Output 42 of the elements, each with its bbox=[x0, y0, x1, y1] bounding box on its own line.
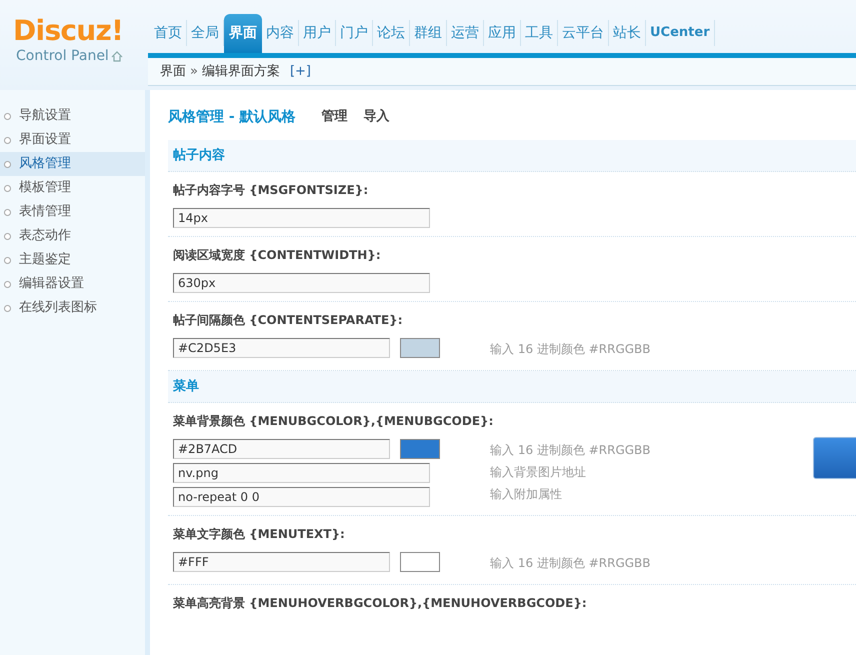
color-swatch[interactable] bbox=[400, 552, 440, 572]
logo-wordmark: Discuz! bbox=[13, 16, 124, 46]
sidebar-item[interactable]: 导航设置 bbox=[0, 104, 145, 128]
input-field[interactable]: nv.png bbox=[173, 463, 430, 483]
input-field[interactable]: #FFF bbox=[173, 552, 390, 572]
setting-label: 帖子内容字号 {MSGFONTSIZE}: bbox=[173, 182, 368, 199]
color-swatch[interactable] bbox=[400, 439, 440, 459]
page-title: 风格管理 - 默认风格 bbox=[168, 108, 296, 126]
input-field[interactable]: #2B7ACD bbox=[173, 439, 390, 459]
input-field[interactable]: no-repeat 0 0 bbox=[173, 487, 430, 507]
sidebar-item[interactable]: 在线列表图标 bbox=[0, 296, 145, 320]
input-field[interactable]: #C2D5E3 bbox=[173, 338, 390, 358]
input-field[interactable]: 14px bbox=[173, 208, 430, 228]
color-swatch[interactable] bbox=[400, 338, 440, 358]
setting-label: 菜单文字颜色 {MENUTEXT}: bbox=[173, 526, 345, 543]
section-heading: 菜单 bbox=[173, 378, 199, 396]
sidebar-item[interactable]: 编辑器设置 bbox=[0, 272, 145, 296]
action-link[interactable]: 管理 bbox=[322, 107, 348, 127]
breadcrumb-current: 编辑界面方案 bbox=[202, 62, 280, 81]
setting-hint: 输入 16 进制颜色 #RRGGBB bbox=[490, 341, 651, 358]
setting-hint: 输入背景图片地址 bbox=[490, 464, 587, 481]
setting-label: 菜单背景颜色 {MENUBGCOLOR},{MENUBGCODE}: bbox=[173, 413, 494, 430]
section-heading: 帖子内容 bbox=[173, 146, 225, 165]
setting-hint: 输入 16 进制颜色 #RRGGBB bbox=[490, 555, 651, 572]
input-field[interactable]: 630px bbox=[173, 273, 430, 293]
sidebar-item[interactable]: 模板管理 bbox=[0, 176, 145, 200]
logo-subtitle: Control Panel bbox=[16, 47, 109, 66]
setting-hint: 输入附加属性 bbox=[490, 486, 563, 503]
sidebar-item[interactable]: 表态动作 bbox=[0, 224, 145, 248]
sidebar-item[interactable]: 风格管理 bbox=[0, 152, 145, 176]
add-shortcut-link[interactable]: [+] bbox=[290, 62, 312, 82]
setting-label: 菜单高亮背景 {MENUHOVERBGCOLOR},{MENUHOVERBGCODE}: bbox=[173, 595, 587, 612]
home-icon bbox=[110, 51, 123, 62]
setting-label: 阅读区域宽度 {CONTENTWIDTH}: bbox=[173, 247, 381, 264]
sidebar-item[interactable]: 主题鉴定 bbox=[0, 248, 145, 272]
sidebar-item[interactable]: 界面设置 bbox=[0, 128, 145, 152]
sidebar-item[interactable]: 表情管理 bbox=[0, 200, 145, 224]
breadcrumb-separator: » bbox=[190, 62, 198, 81]
action-link[interactable]: 导入 bbox=[364, 107, 390, 127]
setting-label: 帖子间隔颜色 {CONTENTSEPARATE}: bbox=[173, 312, 403, 329]
breadcrumb-link[interactable]: 界面 bbox=[160, 62, 186, 82]
setting-hint: 输入 16 进制颜色 #RRGGBB bbox=[490, 442, 651, 459]
